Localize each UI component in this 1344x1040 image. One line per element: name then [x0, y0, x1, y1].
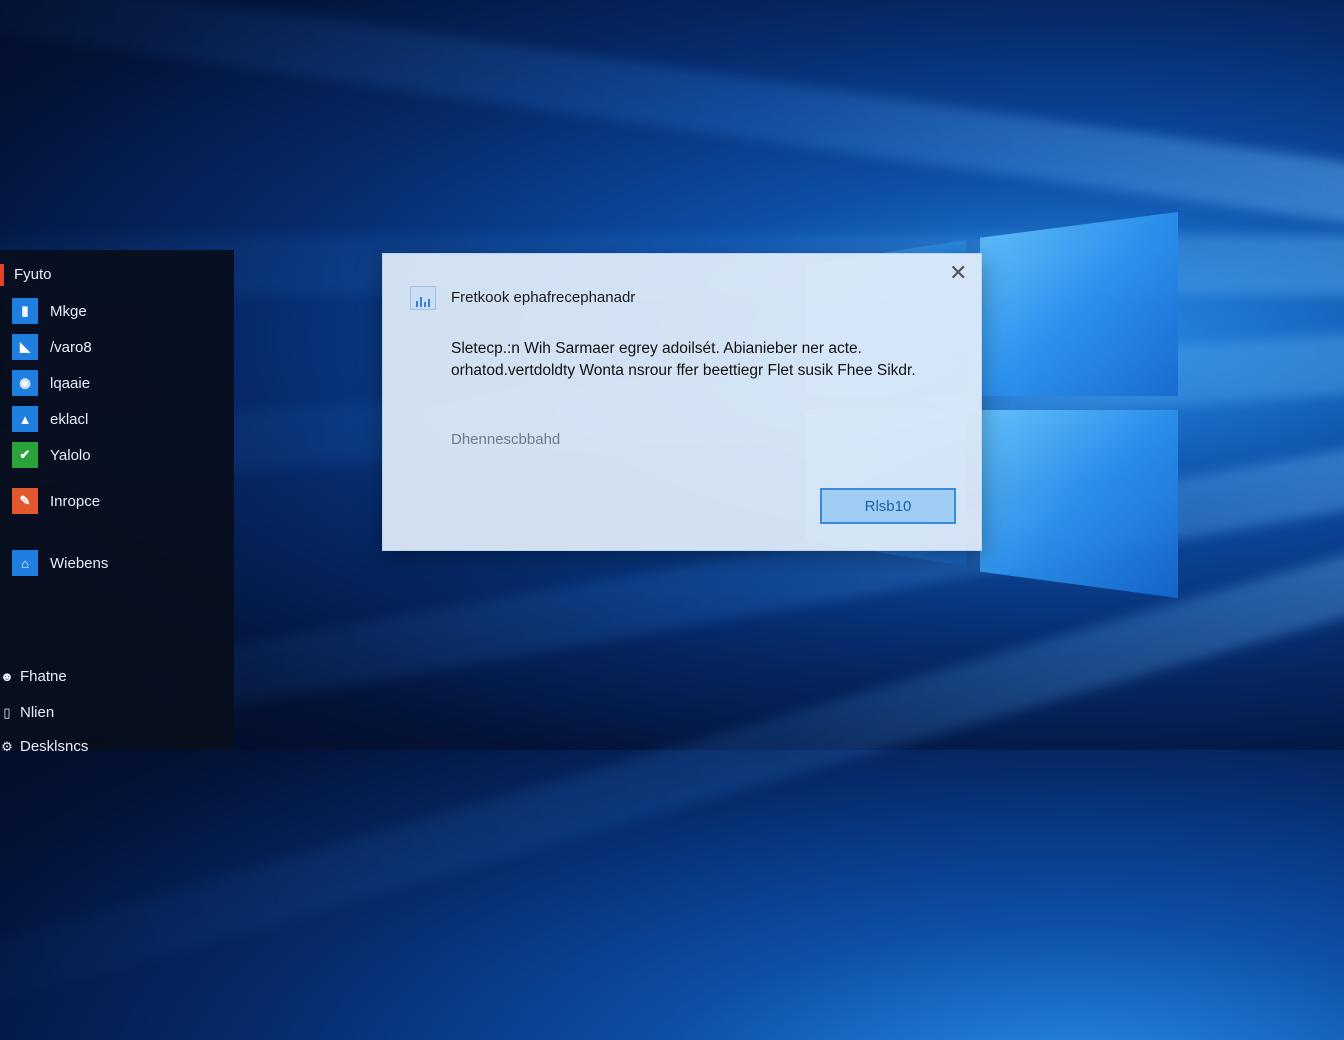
start-item-7[interactable]: ⌂ Wiebens — [12, 550, 108, 576]
start-item-6[interactable]: ✎ Inropce — [12, 488, 100, 514]
start-item-label: Inropce — [50, 492, 101, 510]
start-item-label: Yalolo — [50, 446, 91, 464]
close-icon[interactable]: ✕ — [949, 262, 967, 284]
app-tile-icon: ◉ — [12, 370, 38, 396]
app-tile-icon: ✔ — [12, 442, 38, 468]
start-item-label: /varo8 — [50, 338, 92, 356]
start-item-3[interactable]: ◉ lqaaie — [12, 370, 90, 396]
start-item-label: Desklsncs — [20, 738, 89, 755]
app-tile-icon: ⌂ — [12, 550, 38, 576]
windows-logo-pane-top — [980, 212, 1178, 396]
start-item-2[interactable]: ◣ /varo8 — [12, 334, 92, 360]
start-item-label: Fhatne — [20, 668, 67, 685]
start-item-documents[interactable]: ▯ Nlien — [0, 704, 54, 721]
app-tile-icon: ▮ — [12, 298, 38, 324]
start-item-label: Mkge — [50, 302, 87, 320]
start-item-label: eklacl — [50, 410, 89, 428]
message-dialog: Fretkook ephafrecephanadr ✕ Sletecp.:n W… — [382, 253, 982, 551]
document-icon: ▯ — [3, 704, 11, 720]
start-item-4[interactable]: ▲ eklacl — [12, 406, 88, 432]
windows-logo-pane-bottom — [980, 410, 1178, 598]
dialog-message: Sletecp.:n Wih Sarmaer egrey adoilsét. A… — [451, 340, 916, 379]
dialog-note: Dhennescbbahd — [451, 431, 561, 448]
start-item-5[interactable]: ✔ Yalolo — [12, 442, 91, 468]
app-icon — [410, 286, 436, 310]
app-tile-icon: ✎ — [12, 488, 38, 514]
start-menu-header: Fyuto — [14, 266, 52, 283]
start-item-1[interactable]: ▮ Mkge — [12, 298, 87, 324]
user-icon: ☻ — [0, 669, 14, 684]
app-tile-icon: ◣ — [12, 334, 38, 360]
dialog-title: Fretkook ephafrecephanadr — [451, 289, 636, 306]
settings-icon: ⚙ — [1, 738, 13, 754]
header-accent-bar — [0, 264, 4, 286]
start-item-label: lqaaie — [50, 374, 91, 392]
start-menu: Fyuto ▮ Mkge ◣ /varo8 ◉ lqaaie ▲ eklacl … — [0, 250, 234, 755]
start-item-settings[interactable]: ⚙ Desklsncs — [0, 738, 88, 755]
start-item-label: Wiebens — [50, 554, 109, 572]
start-item-user[interactable]: ☻ Fhatne — [0, 668, 67, 685]
start-item-label: Nlien — [20, 704, 55, 721]
dialog-ok-button[interactable]: Rlsb10 — [820, 488, 956, 524]
app-tile-icon: ▲ — [12, 406, 38, 432]
